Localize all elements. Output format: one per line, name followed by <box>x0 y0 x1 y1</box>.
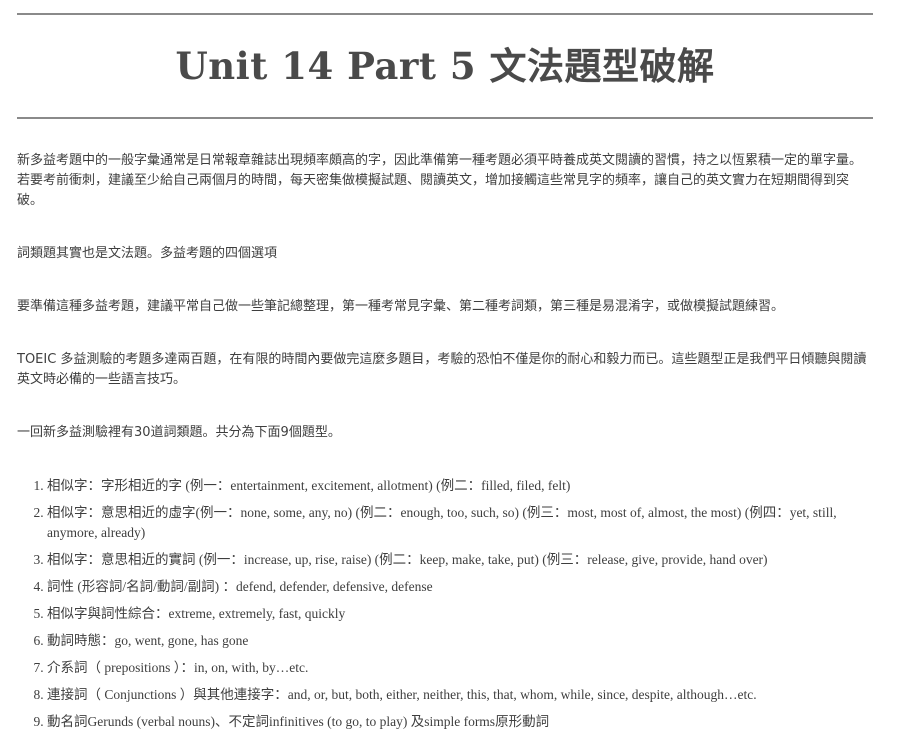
bottom-divider <box>17 117 873 119</box>
list-item: 相似字：意思相近的實詞 (例一：increase, up, rise, rais… <box>47 550 873 570</box>
list-item: 動名詞Gerunds (verbal nouns)、不定詞infinitives… <box>47 712 873 732</box>
list-item: 介系詞（ prepositions ）：in, on, with, by…etc… <box>47 658 873 678</box>
question-type-list: 相似字：字形相近的字 (例一：entertainment, excitement… <box>17 476 873 732</box>
paragraph-toeic-intro: TOEIC 多益測驗的考題多達兩百題，在有限的時間內要做完這麼多題目，考驗的恐怕… <box>17 352 867 387</box>
list-item: 動詞時態：go, went, gone, has gone <box>47 631 873 651</box>
list-item: 詞性 (形容詞/名詞/動詞/副詞) ：defend, defender, def… <box>47 577 873 597</box>
list-item: 相似字：字形相近的字 (例一：entertainment, excitement… <box>47 476 873 496</box>
article: Unit 14 Part 5 文法題型破解 新多益考題中的一般字彙通常是日常報章… <box>17 0 873 739</box>
paragraph-question-types: 一回新多益測驗裡有30道詞類題。共分為下面9個題型。 <box>17 425 341 440</box>
paragraph-preparation: 要準備這種多益考題，建議平常自己做一些筆記總整理，第一種考常見字彙、第二種考詞類… <box>17 299 785 314</box>
paragraph-word-class: 詞類題其實也是文法題。多益考題的四個選項 <box>17 246 278 261</box>
list-item: 連接詞（ Conjunctions ）與其他連接字：and, or, but, … <box>47 685 873 705</box>
paragraph-vocabulary: 新多益考題中的一般字彙通常是日常報章雜誌出現頻率頗高的字，因此準備第一種考題必須… <box>17 153 863 208</box>
page-title: Unit 14 Part 5 文法題型破解 <box>175 44 715 88</box>
list-item: 相似字與詞性綜合：extreme, extremely, fast, quick… <box>47 604 873 624</box>
list-item: 相似字：意思相近的虛字(例一：none, some, any, no) (例二：… <box>47 503 873 543</box>
